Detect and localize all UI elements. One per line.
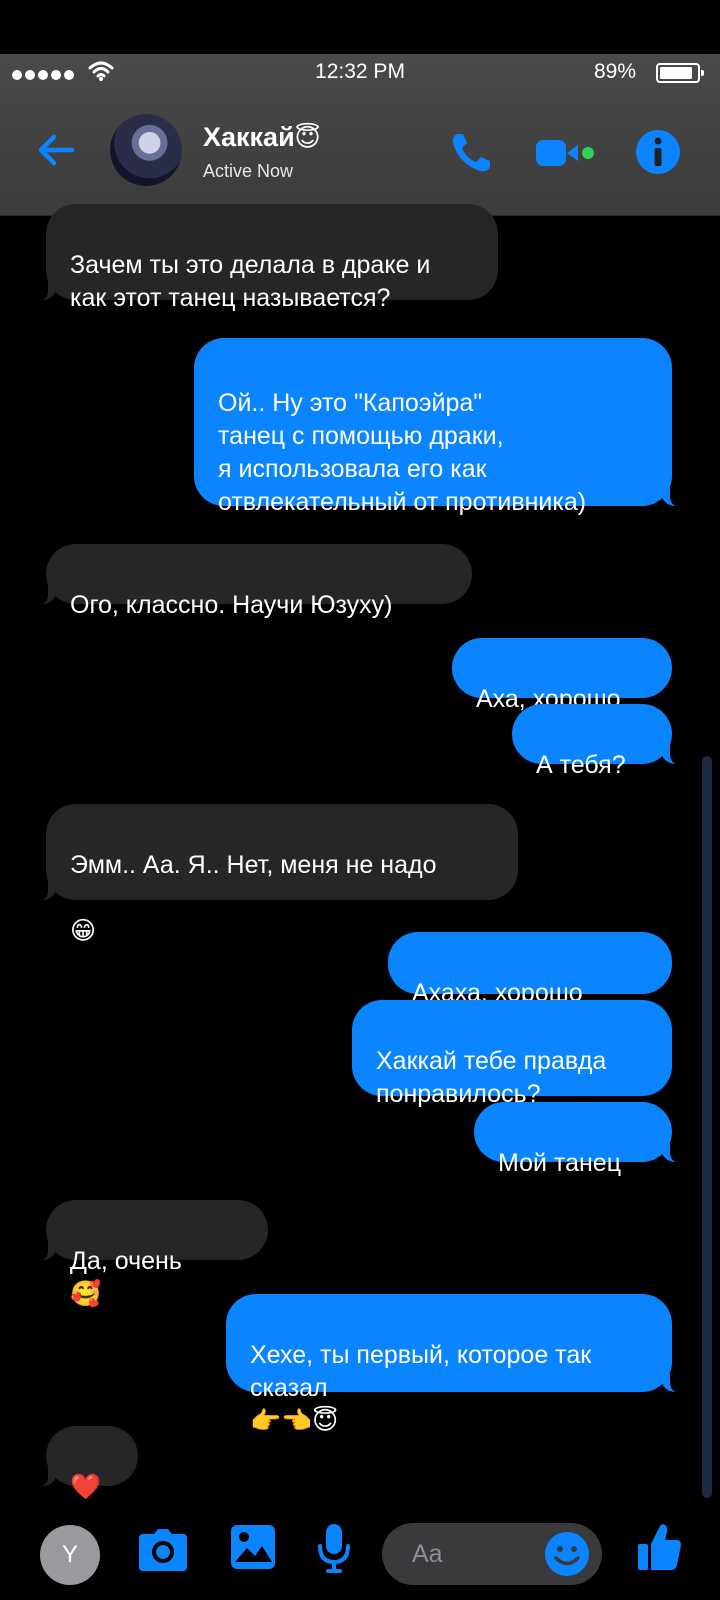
battery-percent: 89% (593, 60, 636, 83)
message-text: Мой танец (498, 1149, 622, 1177)
user-avatar[interactable]: Y (40, 1525, 100, 1585)
message-received[interactable]: Ого, классно. Научи Юзуху) (34, 544, 472, 619)
message-received[interactable]: Зачем ты это делала в драке и как этот т… (34, 204, 498, 312)
message-sent[interactable]: Ой.. Ну это "Капоэйра" танец с помощью д… (194, 338, 684, 516)
message-sent[interactable]: Аха, хорошо (452, 638, 672, 713)
contact-status: Active Now (203, 161, 294, 181)
message-received[interactable]: Да, очень 🥰 (34, 1200, 268, 1308)
status-bar: 12:32 PM 89% (0, 54, 720, 94)
message-received[interactable]: Эмм.. Аа. Я.. Нет, меня не надо 😁 (34, 804, 518, 945)
top-strip (0, 0, 720, 54)
battery-icon (656, 63, 704, 83)
message-sent[interactable]: Хехе, ты первый, которое так сказал 👉👈😇 (226, 1294, 684, 1435)
microphone-icon[interactable] (316, 1522, 352, 1574)
message-text: А тебя? (536, 751, 626, 779)
heart-emoji-icon: ❤️ (70, 1473, 102, 1501)
message-text: Хехе, ты первый, которое так сказал (250, 1341, 592, 1402)
chat-scrollbar[interactable] (702, 756, 712, 1498)
message-sent[interactable]: Мой танец (474, 1102, 684, 1177)
phone-icon[interactable] (448, 130, 494, 176)
message-text: Ого, классно. Научи Юзуху) (70, 591, 393, 619)
image-icon[interactable] (230, 1524, 276, 1570)
message-sent[interactable]: Ахаха, хорошо 🥰 (388, 932, 672, 1040)
back-arrow-icon[interactable] (32, 126, 80, 174)
contact-name[interactable]: Хаккай😇 (203, 122, 321, 153)
message-sent[interactable]: А тебя? (512, 704, 684, 779)
emoji-icon[interactable] (544, 1531, 590, 1577)
message-text: Зачем ты это делала в драке и как этот т… (70, 251, 431, 312)
composer-toolbar: Y (0, 1500, 720, 1600)
contact-name-emoji: 😇 (294, 124, 321, 152)
message-text: Ой.. Ну это "Капоэйра" танец с помощью д… (218, 389, 587, 516)
video-camera-icon[interactable] (534, 134, 598, 172)
message-text: Эмм.. Аа. Я.. Нет, меня не надо (70, 851, 437, 879)
message-input[interactable] (412, 1537, 542, 1571)
message-text: Да, очень (70, 1247, 182, 1275)
message-text: Хаккай тебе правда понравилось? (376, 1047, 607, 1108)
pointing-fingers-emoji-icon: 👉👈😇 (250, 1407, 339, 1435)
smiling-hearts-emoji-icon: 🥰 (70, 1280, 102, 1308)
chat-header: 12:32 PM 89% Хаккай😇 Active Now (0, 54, 720, 216)
camera-icon[interactable] (138, 1528, 188, 1572)
message-list[interactable]: Зачем ты это делала в драке и как этот т… (0, 204, 720, 1501)
message-received[interactable]: ❤️ (34, 1426, 138, 1501)
thumbs-up-icon[interactable] (636, 1522, 682, 1572)
message-input-field[interactable] (382, 1523, 602, 1585)
message-sent[interactable]: Хаккай тебе правда понравилось? (352, 1000, 672, 1108)
grinning-emoji-icon: 😁 (70, 917, 97, 945)
info-icon[interactable] (634, 128, 682, 176)
contact-avatar[interactable] (110, 114, 182, 186)
contact-name-text: Хаккай (203, 122, 295, 152)
